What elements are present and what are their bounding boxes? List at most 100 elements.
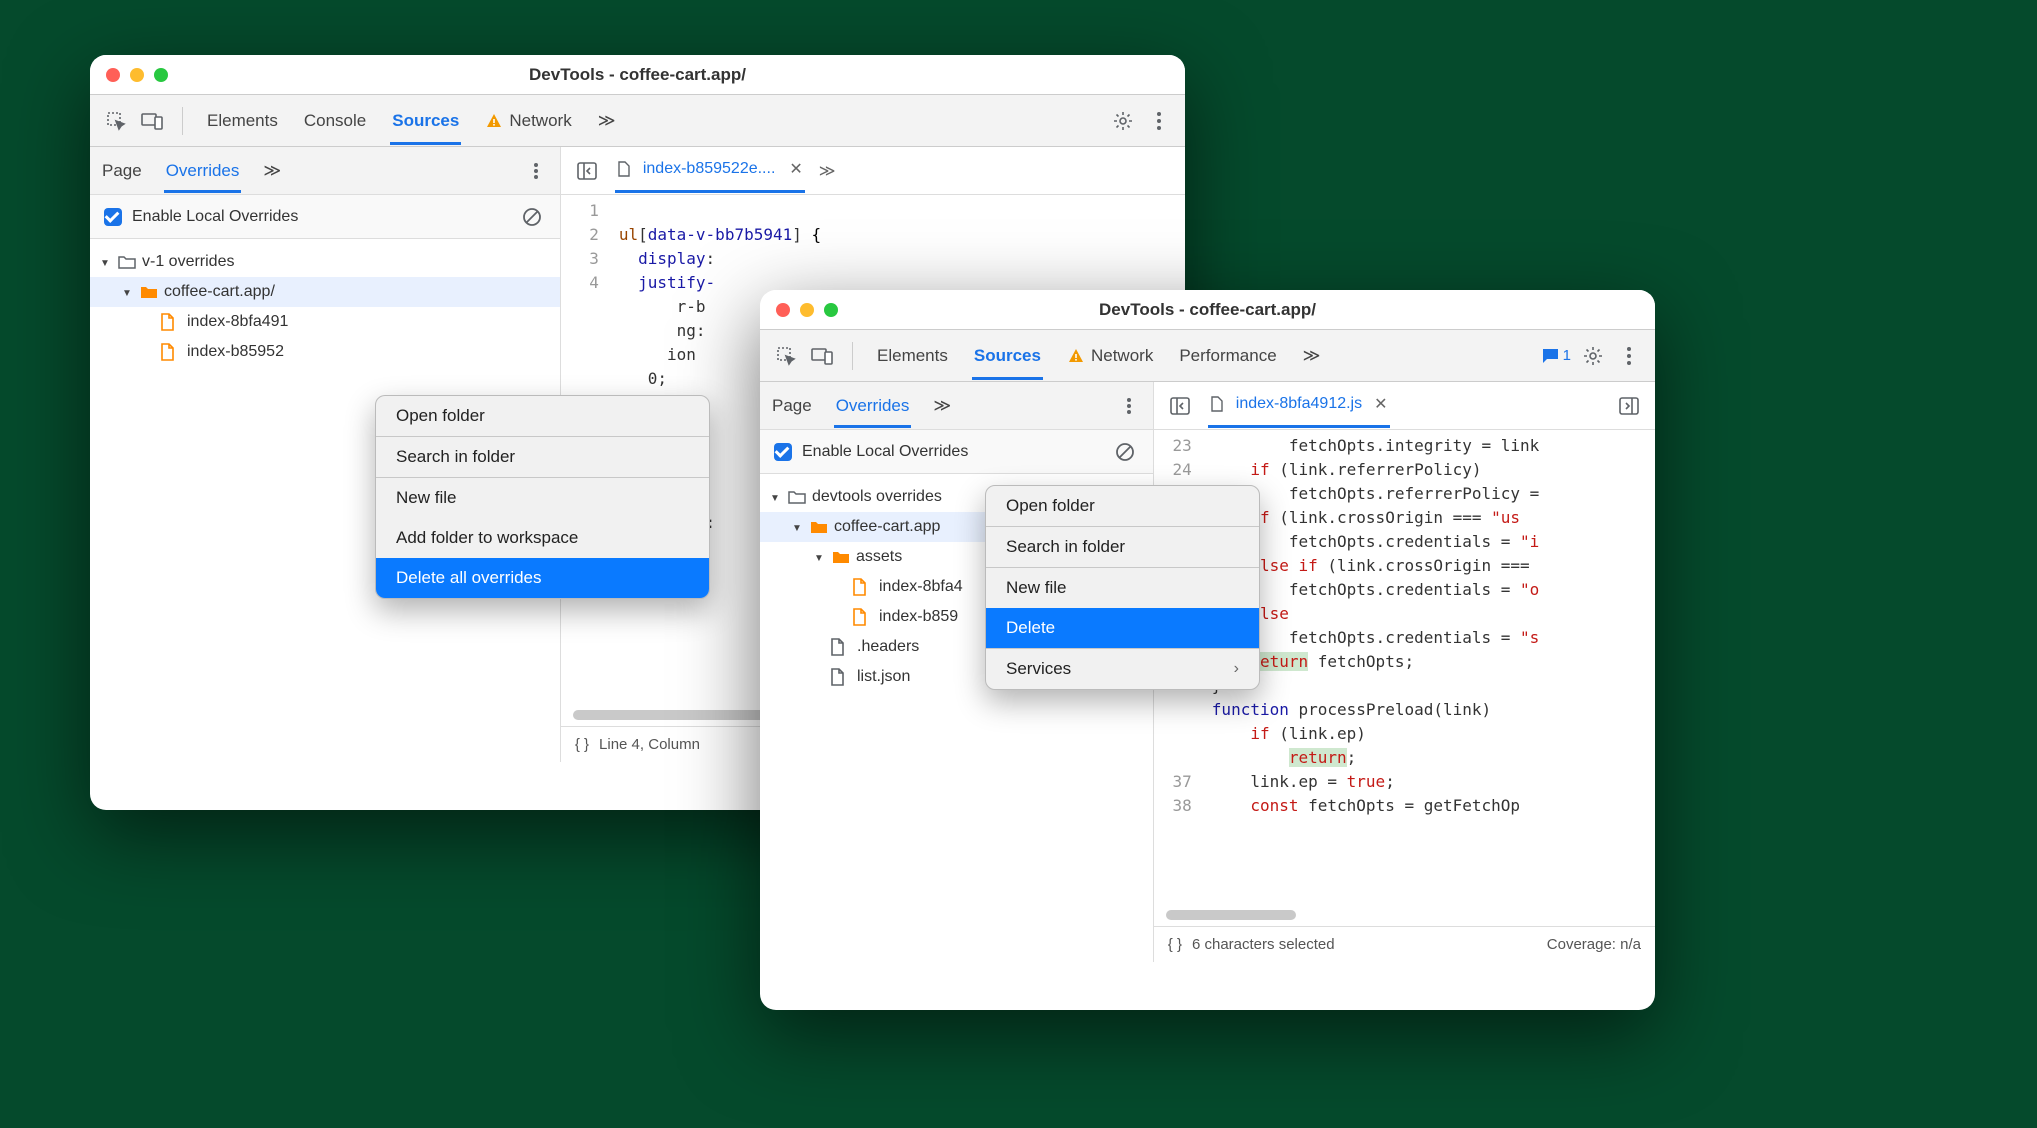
menu-new-file[interactable]: New file (376, 477, 709, 518)
editor-tab-more[interactable]: ≫ (819, 161, 836, 181)
folder-open-icon (140, 284, 158, 300)
subtab-more[interactable]: ≫ (931, 384, 953, 428)
editor-tab-active[interactable]: index-b859522e.... ✕ (615, 148, 805, 193)
folder-open-icon (832, 549, 850, 565)
chevron-right-icon: › (1234, 660, 1239, 678)
navigator-tabs: Page Overrides ≫ (90, 147, 560, 195)
enable-overrides-checkbox[interactable] (104, 208, 122, 226)
tab-network[interactable]: Network (1065, 332, 1155, 380)
panel-toggle-left-icon[interactable] (573, 157, 601, 185)
kebab-icon[interactable] (1115, 392, 1143, 420)
editor-scrollbar[interactable] (1166, 910, 1296, 920)
status-coverage: Coverage: n/a (1547, 936, 1641, 953)
file-icon (852, 578, 867, 596)
gear-icon[interactable] (1579, 342, 1607, 370)
tab-more[interactable]: ≫ (1301, 332, 1323, 380)
file-icon (160, 343, 175, 361)
tab-sources[interactable]: Sources (972, 332, 1043, 380)
enable-overrides-label: Enable Local Overrides (802, 443, 968, 461)
clear-icon[interactable] (518, 203, 546, 231)
device-toolbar-icon[interactable] (138, 107, 166, 135)
main-toolbar: Elements Sources Network Performance ≫ 1 (760, 330, 1655, 382)
kebab-icon[interactable] (1615, 342, 1643, 370)
menu-open-folder[interactable]: Open folder (986, 486, 1259, 526)
subtab-overrides[interactable]: Overrides (164, 149, 242, 193)
traffic-lights[interactable] (776, 303, 838, 317)
menu-services[interactable]: Services› (986, 648, 1259, 689)
inspect-icon[interactable] (102, 107, 130, 135)
tab-elements[interactable]: Elements (205, 97, 280, 145)
menu-new-file[interactable]: New file (986, 567, 1259, 608)
close-icon[interactable] (106, 68, 120, 82)
status-bar: { } 6 characters selected Coverage: n/a (1154, 926, 1655, 962)
minimize-icon[interactable] (130, 68, 144, 82)
subtab-page[interactable]: Page (100, 149, 144, 193)
file-icon (830, 668, 845, 686)
enable-overrides-label: Enable Local Overrides (132, 208, 298, 226)
messages-badge[interactable]: 1 (1541, 347, 1571, 364)
titlebar: DevTools - coffee-cart.app/ (90, 55, 1185, 95)
enable-overrides-row: Enable Local Overrides (90, 195, 560, 239)
maximize-icon[interactable] (824, 303, 838, 317)
clear-icon[interactable] (1111, 438, 1139, 466)
menu-search-folder[interactable]: Search in folder (986, 526, 1259, 567)
menu-delete[interactable]: Delete (986, 608, 1259, 648)
maximize-icon[interactable] (154, 68, 168, 82)
context-menu: Open folder Search in folder New file De… (985, 485, 1260, 690)
menu-search-folder[interactable]: Search in folder (376, 436, 709, 477)
subtab-more[interactable]: ≫ (261, 149, 283, 193)
tree-root[interactable]: v-1 overrides (90, 247, 560, 277)
tab-console[interactable]: Console (302, 97, 368, 145)
context-menu: Open folder Search in folder New file Ad… (375, 395, 710, 599)
kebab-icon[interactable] (1145, 107, 1173, 135)
folder-icon (118, 254, 136, 270)
tab-network[interactable]: Network (483, 97, 573, 145)
inspect-icon[interactable] (772, 342, 800, 370)
menu-add-folder[interactable]: Add folder to workspace (376, 518, 709, 558)
warning-icon (485, 112, 503, 130)
titlebar: DevTools - coffee-cart.app/ (760, 290, 1655, 330)
cursor-position: Line 4, Column (599, 736, 700, 753)
file-icon (1210, 396, 1224, 412)
tab-performance[interactable]: Performance (1177, 332, 1278, 380)
tree-file-1[interactable]: index-8bfa491 (90, 307, 560, 337)
tab-sources[interactable]: Sources (390, 97, 461, 145)
tab-elements[interactable]: Elements (875, 332, 950, 380)
kebab-icon[interactable] (522, 157, 550, 185)
editor-tabstrip: index-b859522e.... ✕ ≫ (561, 147, 1185, 195)
close-tab-icon[interactable]: ✕ (1368, 394, 1387, 414)
braces-icon[interactable]: { } (575, 736, 589, 753)
gear-icon[interactable] (1109, 107, 1137, 135)
tab-more[interactable]: ≫ (596, 97, 618, 145)
close-icon[interactable] (776, 303, 790, 317)
tree-file-2[interactable]: index-b85952 (90, 337, 560, 367)
main-toolbar: Elements Console Sources Network ≫ (90, 95, 1185, 147)
device-toolbar-icon[interactable] (808, 342, 836, 370)
close-tab-icon[interactable]: ✕ (781, 159, 802, 179)
window-title: DevTools - coffee-cart.app/ (760, 300, 1655, 320)
subtab-overrides[interactable]: Overrides (834, 384, 912, 428)
braces-icon[interactable]: { } (1168, 936, 1182, 953)
code-text: fetchOpts.integrity = link if (link.refe… (1202, 430, 1655, 910)
status-selection: 6 characters selected (1192, 936, 1335, 953)
subtab-page[interactable]: Page (770, 384, 814, 428)
file-icon (852, 608, 867, 626)
file-icon (830, 638, 845, 656)
minimize-icon[interactable] (800, 303, 814, 317)
menu-open-folder[interactable]: Open folder (376, 396, 709, 436)
folder-icon (788, 489, 806, 505)
tree-domain[interactable]: coffee-cart.app/ (90, 277, 560, 307)
warning-icon (1067, 347, 1085, 365)
file-icon (617, 161, 631, 177)
folder-open-icon (810, 519, 828, 535)
panel-toggle-right-icon[interactable] (1615, 392, 1643, 420)
editor-tab-active[interactable]: index-8bfa4912.js ✕ (1208, 383, 1390, 428)
file-icon (160, 313, 175, 331)
menu-delete-all-overrides[interactable]: Delete all overrides (376, 558, 709, 598)
traffic-lights[interactable] (106, 68, 168, 82)
panel-toggle-left-icon[interactable] (1166, 392, 1194, 420)
chat-icon (1541, 348, 1559, 364)
devtools-window-b: DevTools - coffee-cart.app/ Elements Sou… (760, 290, 1655, 1010)
enable-overrides-checkbox[interactable] (774, 443, 792, 461)
file-tree: v-1 overrides coffee-cart.app/ index-8bf… (90, 239, 560, 375)
